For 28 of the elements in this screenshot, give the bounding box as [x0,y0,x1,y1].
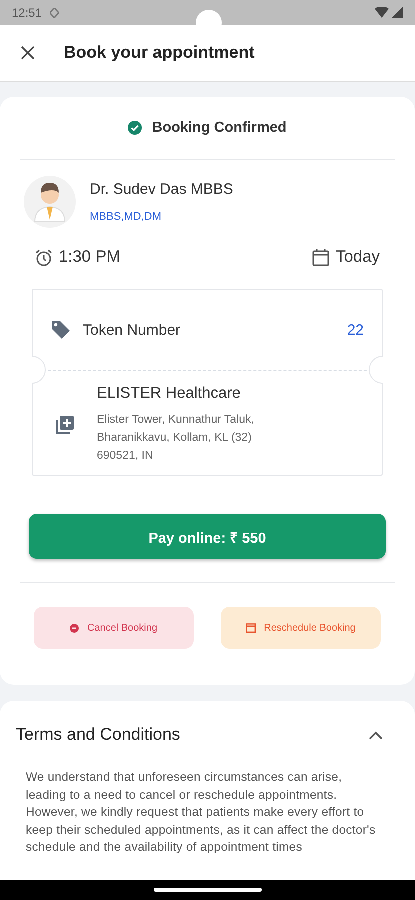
calendar-icon [312,248,330,266]
doctor-name: Dr. Sudev Das MBBS [90,181,234,198]
token-number: 22 [347,322,364,338]
clinic-address: Elister Tower, Kunnathur Taluk, Bharanikkavu, Kollam, KL (32) 690521, IN [97,413,256,464]
cancel-booking-button[interactable]: Cancel Booking [34,607,194,649]
appointment-date: Today [336,248,380,267]
add-to-library-icon [55,415,75,435]
signal-icon [392,7,403,18]
confirmation-status: Booking Confirmed [20,97,395,160]
tag-icon [51,320,71,340]
close-icon[interactable] [20,45,36,61]
clinic-name: ELISTER Healthcare [97,385,242,403]
location-icon [50,8,60,18]
doctor-qualifications: MBBS,MD,DM [90,211,162,223]
clock-time: 12:51 [12,6,42,20]
terms-text: We understand that unforeseen circumstances can arise, leading to a need to cancel or reschedule appointments. However, we kindly request that patients make every effort to keep their scheduled appointments, as it can affect the doctor's schedule and the availability of appointment times [26,769,377,856]
token-label: Token Number [83,322,181,338]
calendar-icon [246,623,256,633]
terms-title: Terms and Conditions [16,725,180,745]
appointment-time: 1:30 PM [59,248,120,267]
reschedule-booking-button[interactable]: Reschedule Booking [221,607,381,649]
screen-title: Book your appointment [64,43,255,63]
alarm-clock-icon [35,248,53,266]
cancel-icon [70,624,80,632]
chevron-icon[interactable] [369,730,383,740]
doctor-avatar-icon [24,176,76,228]
pay-online-button[interactable]: Pay online: ₹ 550 [29,514,386,559]
wifi-icon [375,7,389,18]
